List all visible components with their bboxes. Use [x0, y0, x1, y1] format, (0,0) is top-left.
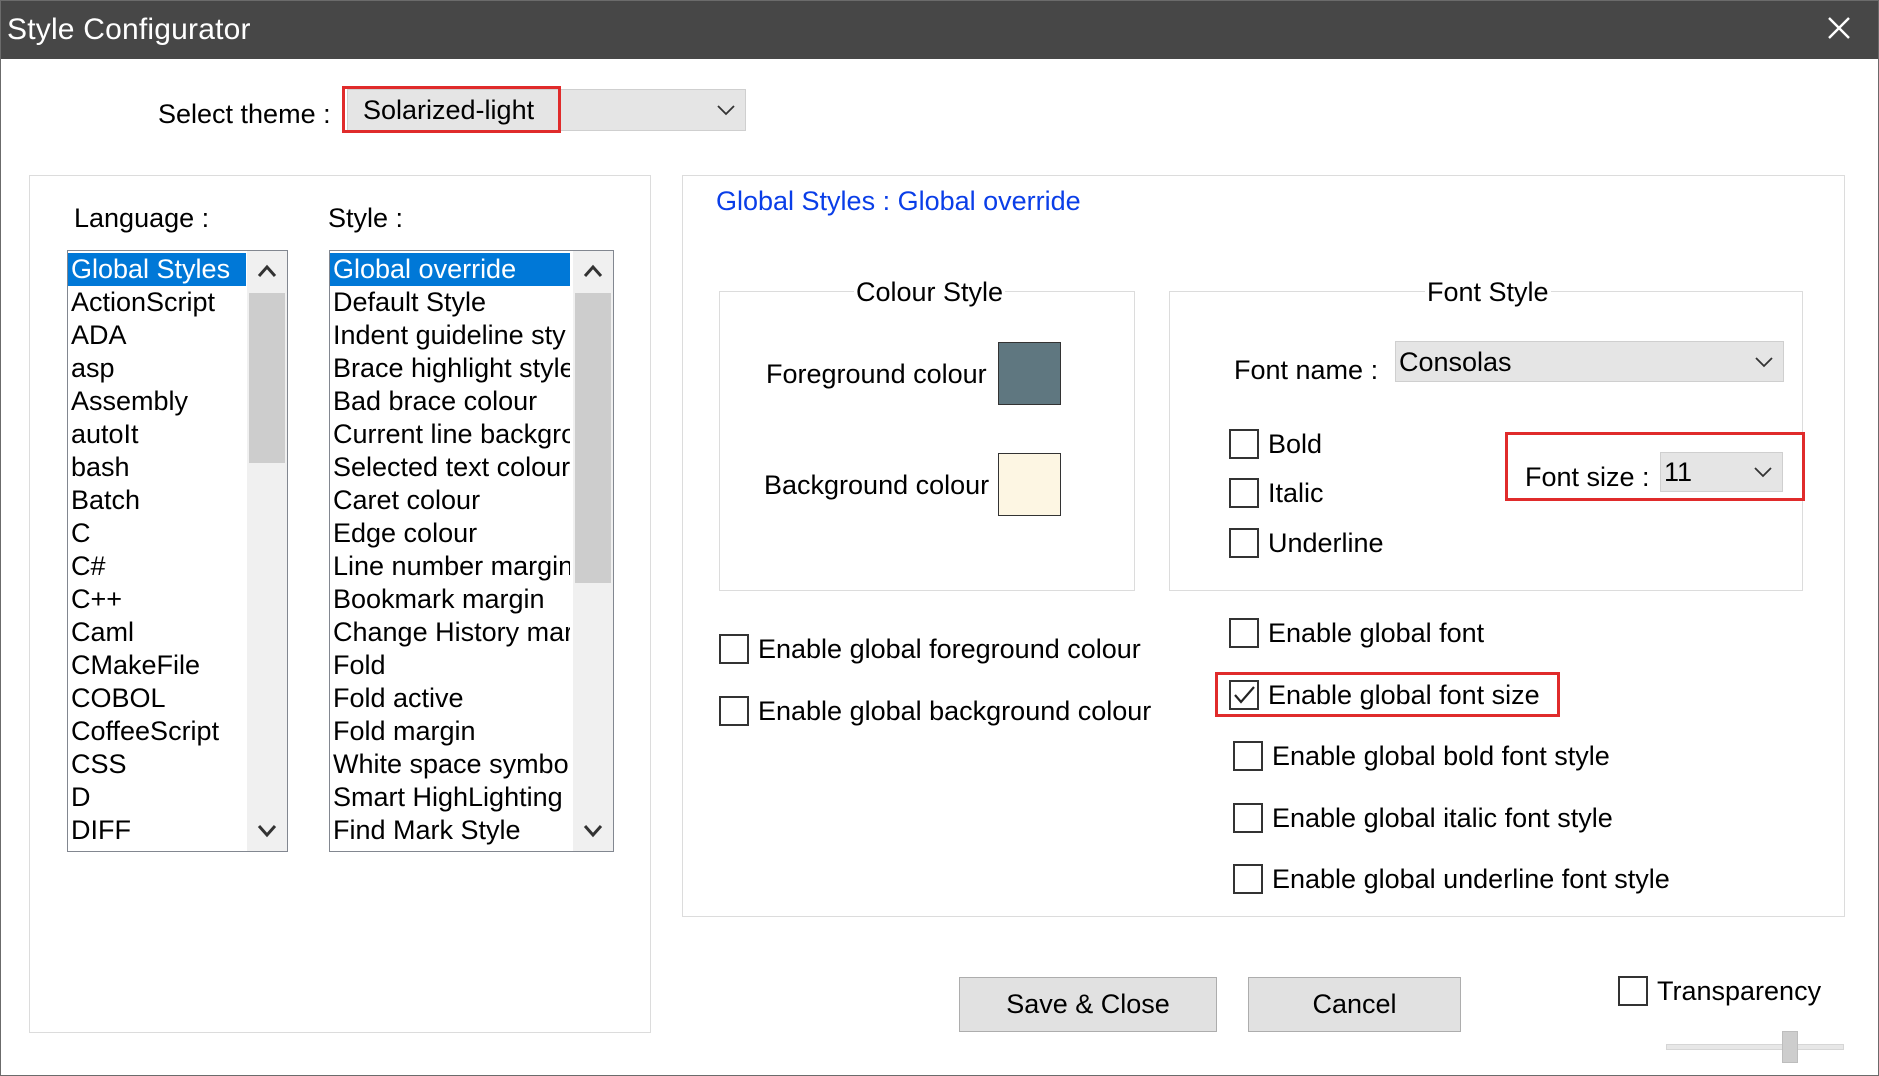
background-colour-label: Background colour	[764, 470, 990, 500]
enable-global-underline-checkbox[interactable]	[1233, 864, 1263, 894]
bold-checkbox[interactable]	[1229, 429, 1259, 459]
list-item[interactable]: Caml	[68, 616, 246, 649]
transparency-label: Transparency	[1657, 976, 1822, 1006]
enable-global-background-checkbox[interactable]	[719, 696, 749, 726]
list-item[interactable]: Current line backgro	[330, 418, 570, 451]
list-item[interactable]: ADA	[68, 319, 246, 352]
close-icon	[1828, 17, 1850, 39]
enable-global-italic-label: Enable global italic font style	[1272, 803, 1613, 833]
list-item[interactable]: Edge colour	[330, 517, 570, 550]
transparency-slider-thumb[interactable]	[1782, 1031, 1798, 1063]
cancel-button[interactable]: Cancel	[1248, 977, 1461, 1032]
list-item[interactable]: CoffeeScript	[68, 715, 246, 748]
scroll-up-button[interactable]	[573, 253, 613, 289]
list-item[interactable]: Default Style	[330, 286, 570, 319]
language-scrollbar[interactable]	[247, 251, 287, 851]
list-item[interactable]: Batch	[68, 484, 246, 517]
enable-global-foreground-checkbox[interactable]	[719, 634, 749, 664]
window-title: Style Configurator	[7, 13, 251, 46]
list-item[interactable]: CSS	[68, 748, 246, 781]
chevron-down-icon	[257, 825, 277, 838]
list-item[interactable]: Change History mar	[330, 616, 570, 649]
list-item[interactable]: Brace highlight style	[330, 352, 570, 385]
scroll-up-button[interactable]	[247, 253, 287, 289]
list-item[interactable]: Fold margin	[330, 715, 570, 748]
title-bar: Style Configurator	[1, 1, 1878, 59]
font-size-highlight-box	[1505, 432, 1805, 501]
list-item[interactable]: Find Mark Style	[330, 814, 570, 847]
list-item[interactable]: bash	[68, 451, 246, 484]
font-style-title: Font Style	[1425, 277, 1551, 308]
list-item[interactable]: Caret colour	[330, 484, 570, 517]
scrollbar-thumb[interactable]	[575, 293, 611, 583]
list-item[interactable]: COBOL	[68, 682, 246, 715]
scroll-down-button[interactable]	[573, 813, 613, 849]
style-listbox[interactable]: Global override Default Style Indent gui…	[329, 250, 614, 852]
transparency-checkbox[interactable]	[1618, 976, 1648, 1006]
enable-global-underline-label: Enable global underline font style	[1272, 864, 1670, 894]
font-name-label: Font name :	[1234, 355, 1379, 385]
select-theme-label: Select theme :	[158, 99, 331, 129]
underline-checkbox[interactable]	[1229, 528, 1259, 558]
list-item[interactable]: Global Styles	[68, 253, 246, 286]
scrollbar-thumb[interactable]	[249, 293, 285, 463]
list-item[interactable]: Fold active	[330, 682, 570, 715]
list-item[interactable]: Selected text colour	[330, 451, 570, 484]
style-scrollbar[interactable]	[573, 251, 613, 851]
enable-global-background-label: Enable global background colour	[758, 696, 1152, 726]
underline-label: Underline	[1268, 528, 1384, 558]
list-item[interactable]: C#	[68, 550, 246, 583]
list-item[interactable]: D	[68, 781, 246, 814]
list-item[interactable]: ActionScript	[68, 286, 246, 319]
background-colour-swatch[interactable]	[998, 453, 1061, 516]
scroll-down-button[interactable]	[247, 813, 287, 849]
foreground-colour-label: Foreground colour	[766, 359, 987, 389]
enable-global-foreground-label: Enable global foreground colour	[758, 634, 1141, 664]
language-listbox[interactable]: Global Styles ActionScript ADA asp Assem…	[67, 250, 288, 852]
close-button[interactable]	[1822, 11, 1856, 45]
list-item[interactable]: C	[68, 517, 246, 550]
foreground-colour-swatch[interactable]	[998, 342, 1061, 405]
colour-style-title: Colour Style	[854, 277, 1006, 308]
list-item[interactable]: CMakeFile	[68, 649, 246, 682]
list-item[interactable]: Bookmark margin	[330, 583, 570, 616]
bold-label: Bold	[1268, 429, 1323, 459]
list-item[interactable]: Indent guideline sty	[330, 319, 570, 352]
chevron-up-icon	[583, 264, 603, 277]
enable-global-italic-checkbox[interactable]	[1233, 803, 1263, 833]
enable-global-font-checkbox[interactable]	[1229, 618, 1259, 648]
save-close-button[interactable]: Save & Close	[959, 977, 1217, 1032]
list-item[interactable]: DIFF	[68, 814, 246, 847]
italic-label: Italic	[1268, 478, 1324, 508]
italic-checkbox[interactable]	[1229, 478, 1259, 508]
list-item[interactable]: Smart HighLighting	[330, 781, 570, 814]
font-name-value: Consolas	[1399, 347, 1512, 377]
colour-style-group	[719, 291, 1135, 591]
chevron-down-icon	[583, 825, 603, 838]
font-name-dropdown[interactable]: Consolas	[1395, 341, 1784, 382]
enable-global-bold-label: Enable global bold font style	[1272, 741, 1610, 771]
transparency-slider-track[interactable]	[1666, 1044, 1844, 1050]
list-item[interactable]: C++	[68, 583, 246, 616]
style-label: Style :	[328, 203, 404, 233]
enable-global-font-label: Enable global font	[1268, 618, 1485, 648]
list-item[interactable]: autoIt	[68, 418, 246, 451]
list-item[interactable]: asp	[68, 352, 246, 385]
chevron-up-icon	[257, 264, 277, 277]
style-configurator-window: Style Configurator Select theme : Solari…	[0, 0, 1879, 1076]
details-heading: Global Styles : Global override	[716, 186, 1081, 216]
chevron-down-icon	[1755, 356, 1773, 367]
list-item[interactable]: Global override	[330, 253, 570, 286]
list-item[interactable]: Fold	[330, 649, 570, 682]
font-size-option-highlight-box	[1215, 672, 1560, 717]
chevron-down-icon	[717, 105, 735, 116]
list-item[interactable]: Assembly	[68, 385, 246, 418]
list-item[interactable]: Line number margin	[330, 550, 570, 583]
list-item[interactable]: Bad brace colour	[330, 385, 570, 418]
theme-highlight-box	[342, 86, 561, 133]
language-label: Language :	[74, 203, 210, 233]
enable-global-bold-checkbox[interactable]	[1233, 741, 1263, 771]
list-item[interactable]: White space symbol	[330, 748, 570, 781]
